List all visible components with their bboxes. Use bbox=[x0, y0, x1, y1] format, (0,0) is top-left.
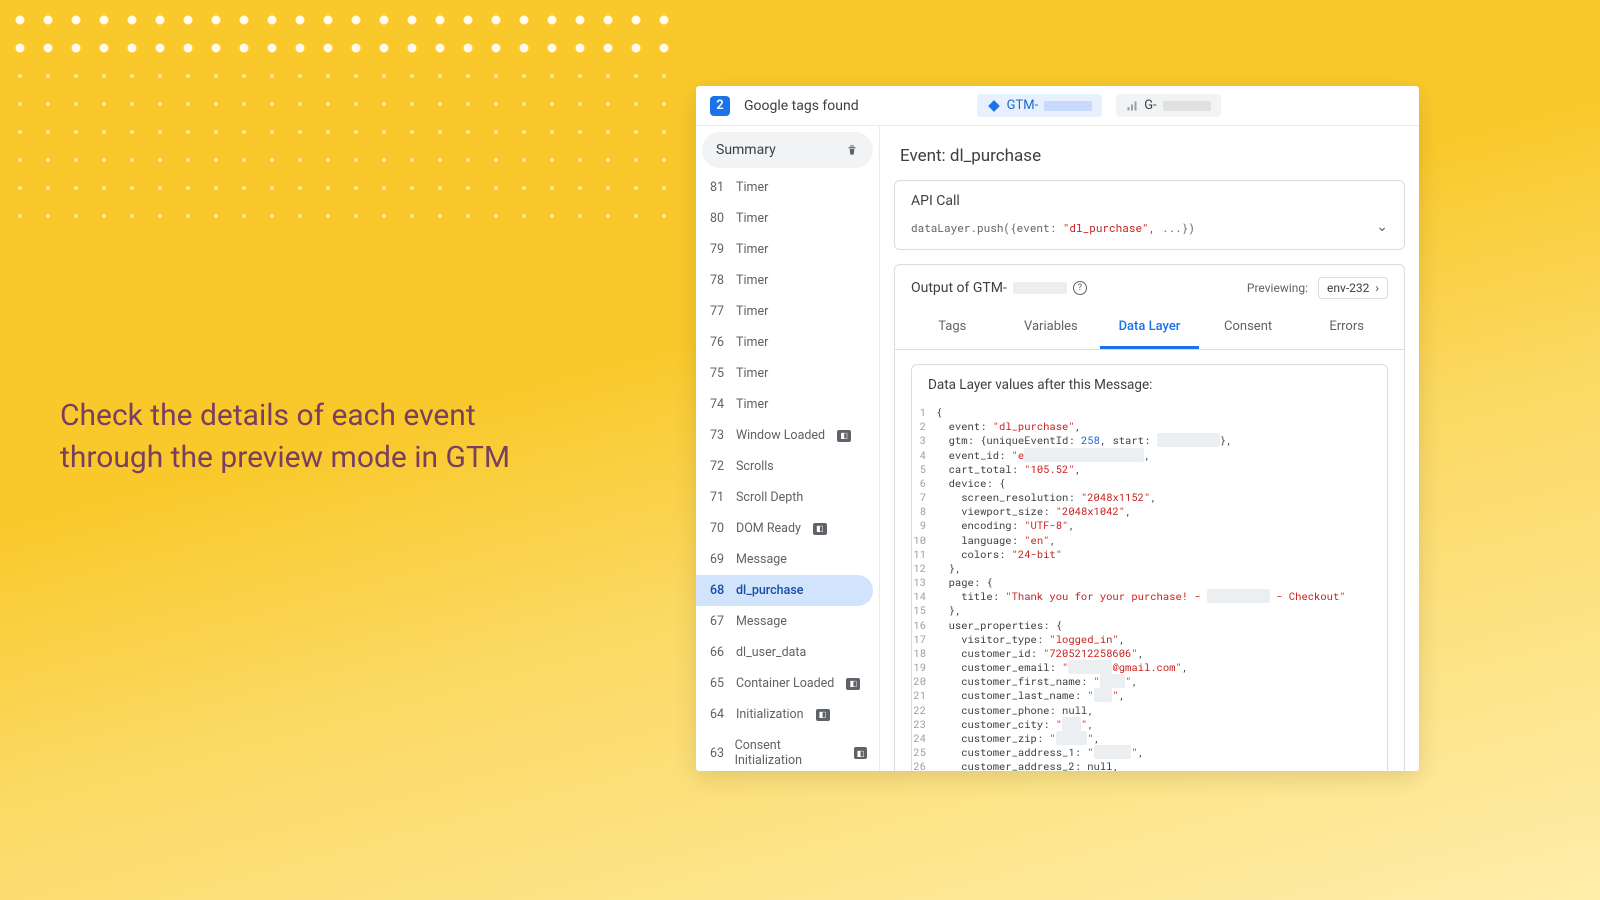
data-layer-panel: Data Layer values after this Message: 1{… bbox=[911, 364, 1388, 771]
event-list: 81Timer80Timer79Timer78Timer77Timer76Tim… bbox=[696, 170, 879, 771]
event-item[interactable]: 66dl_user_data bbox=[696, 637, 873, 668]
api-call-card: API Call dataLayer.push({event: "dl_purc… bbox=[894, 180, 1405, 250]
event-sidebar[interactable]: Summary 81Timer80Timer79Timer78Timer77Ti… bbox=[696, 126, 880, 771]
tab-errors[interactable]: Errors bbox=[1297, 309, 1396, 349]
event-item[interactable]: 69Message bbox=[696, 544, 873, 575]
output-card: Output of GTM- ? Previewing: env-232› Ta… bbox=[894, 264, 1405, 771]
tags-count-badge: 2 bbox=[710, 96, 730, 116]
event-badge-icon: ◧ bbox=[846, 678, 860, 690]
event-item[interactable]: 76Timer bbox=[696, 327, 873, 358]
event-item[interactable]: 78Timer bbox=[696, 265, 873, 296]
previewing-label: Previewing: bbox=[1247, 281, 1308, 295]
api-call-code: dataLayer.push({event: "dl_purchase", ..… bbox=[911, 220, 1195, 235]
api-call-header: API Call bbox=[895, 181, 1404, 219]
slide-headline: Check the details of each event through … bbox=[60, 395, 510, 479]
event-item[interactable]: 79Timer bbox=[696, 234, 873, 265]
event-title: Event: dl_purchase bbox=[880, 138, 1419, 180]
event-item[interactable]: 77Timer bbox=[696, 296, 873, 327]
analytics-icon bbox=[1126, 100, 1138, 112]
event-item[interactable]: 68dl_purchase bbox=[696, 575, 873, 606]
clear-icon[interactable] bbox=[845, 143, 859, 157]
tab-tags[interactable]: Tags bbox=[903, 309, 1002, 349]
env-selector[interactable]: env-232› bbox=[1318, 277, 1388, 299]
info-icon[interactable]: ? bbox=[1073, 281, 1087, 295]
event-badge-icon: ◧ bbox=[837, 430, 851, 442]
event-item[interactable]: 73Window Loaded◧ bbox=[696, 420, 873, 451]
event-badge-icon: ◧ bbox=[854, 747, 867, 759]
event-item[interactable]: 74Timer bbox=[696, 389, 873, 420]
main-panel: Event: dl_purchase API Call dataLayer.pu… bbox=[880, 126, 1419, 771]
event-item[interactable]: 65Container Loaded◧ bbox=[696, 668, 873, 699]
event-badge-icon: ◧ bbox=[816, 709, 830, 721]
event-item[interactable]: 67Message bbox=[696, 606, 873, 637]
event-item[interactable]: 72Scrolls bbox=[696, 451, 873, 482]
output-title: Output of GTM- ? bbox=[911, 280, 1087, 296]
sidebar-summary[interactable]: Summary bbox=[702, 132, 873, 168]
event-item[interactable]: 75Timer bbox=[696, 358, 873, 389]
topbar: 2 Google tags found GTM- G- bbox=[696, 86, 1419, 126]
event-item[interactable]: 80Timer bbox=[696, 203, 873, 234]
dot-pattern bbox=[0, 0, 700, 280]
gtm-icon bbox=[987, 99, 1001, 113]
output-tabs: TagsVariablesData LayerConsentErrors bbox=[895, 309, 1404, 350]
tags-found-label: Google tags found bbox=[744, 98, 859, 114]
event-item[interactable]: 63Consent Initialization◧ bbox=[696, 730, 873, 771]
tab-consent[interactable]: Consent bbox=[1199, 309, 1298, 349]
chevron-right-icon: › bbox=[1375, 281, 1379, 295]
data-layer-code[interactable]: 1{2 event: "dl_purchase",3 gtm: {uniqueE… bbox=[912, 405, 1387, 771]
data-layer-title: Data Layer values after this Message: bbox=[912, 365, 1387, 405]
event-item[interactable]: 81Timer bbox=[696, 172, 873, 203]
chip-ga[interactable]: G- bbox=[1116, 94, 1220, 117]
chip-gtm[interactable]: GTM- bbox=[977, 94, 1103, 117]
expand-icon[interactable]: ⌄ bbox=[1376, 219, 1388, 235]
event-badge-icon: ◧ bbox=[813, 523, 827, 535]
event-item[interactable]: 70DOM Ready◧ bbox=[696, 513, 873, 544]
event-item[interactable]: 64Initialization◧ bbox=[696, 699, 873, 730]
event-item[interactable]: 71Scroll Depth bbox=[696, 482, 873, 513]
tab-data-layer[interactable]: Data Layer bbox=[1100, 309, 1199, 349]
gtm-preview-window: 2 Google tags found GTM- G- Summary 81Ti… bbox=[696, 86, 1419, 771]
tab-variables[interactable]: Variables bbox=[1002, 309, 1101, 349]
